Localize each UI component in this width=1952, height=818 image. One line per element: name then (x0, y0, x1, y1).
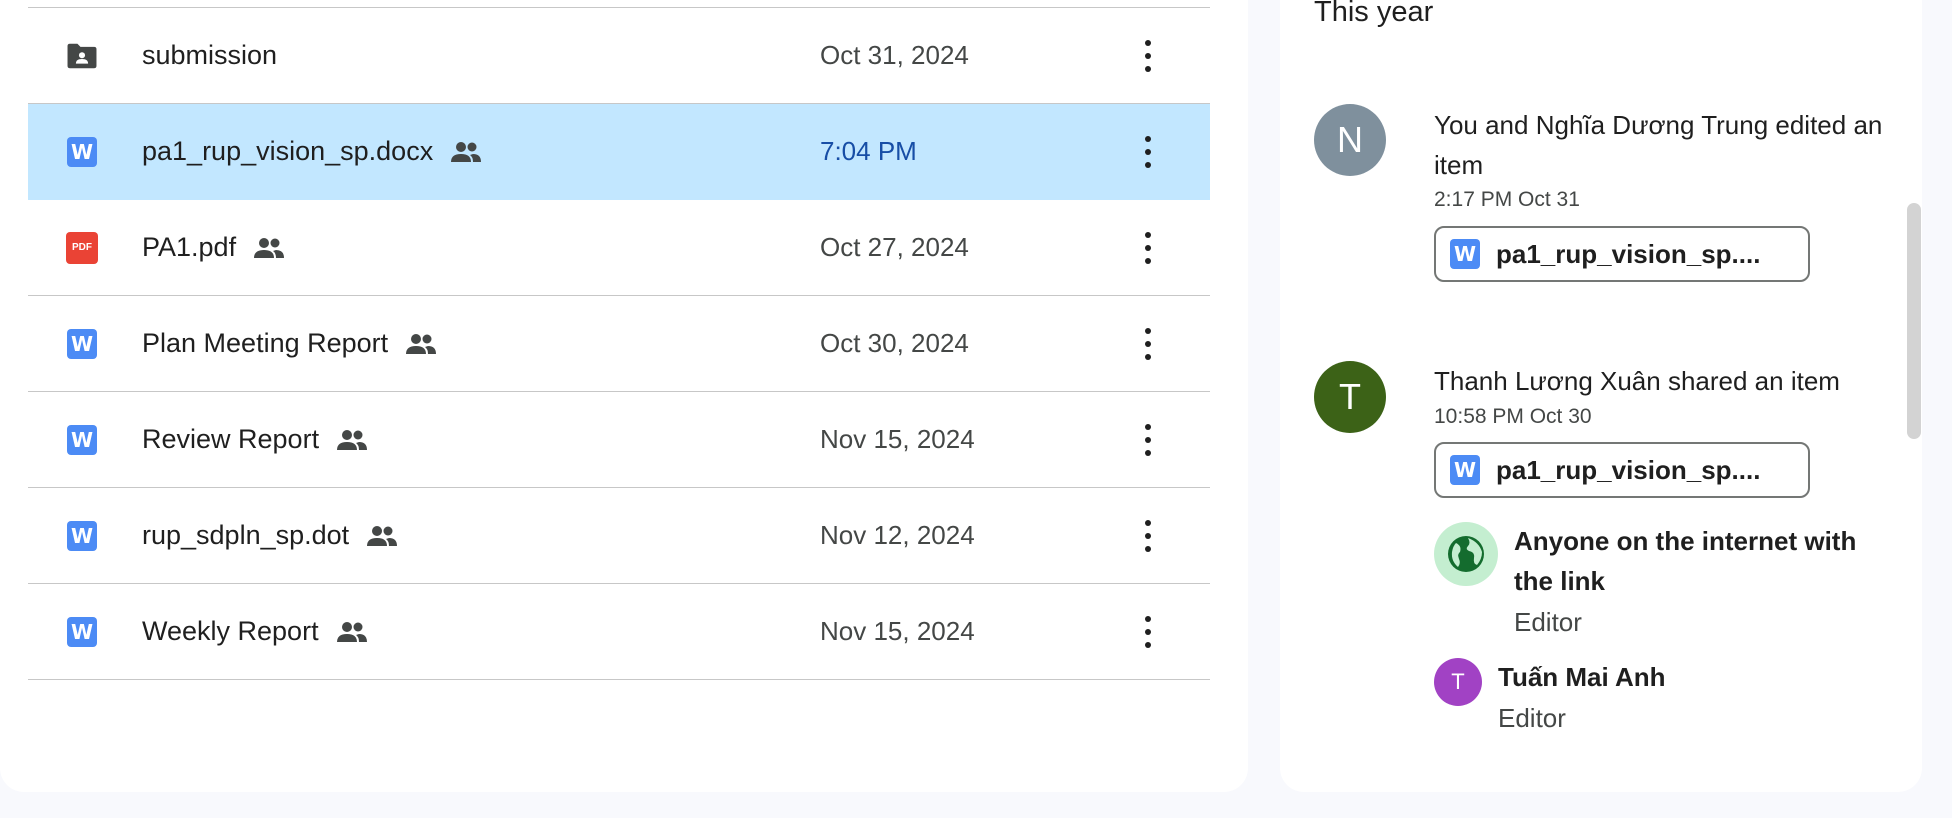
file-row[interactable]: W rup_sdpln_sp.dot Nov 12, 2024 (28, 488, 1210, 584)
file-row-selected[interactable]: W pa1_rup_vision_sp.docx 7:04 PM (28, 104, 1210, 200)
docx-icon: W (1450, 455, 1480, 485)
file-name[interactable]: submission (142, 40, 277, 71)
shared-people-icon (451, 141, 482, 162)
activity-timestamp: 2:17 PM Oct 31 (1434, 188, 1580, 211)
more-actions-icon[interactable] (1144, 135, 1152, 168)
file-name[interactable]: Plan Meeting Report (142, 328, 438, 359)
shared-people-icon (336, 621, 367, 642)
file-chip-label: pa1_rup_vision_sp.... (1496, 238, 1761, 269)
activity-description: Thanh Lương Xuân shared an item (1434, 366, 1840, 396)
file-chip[interactable]: W pa1_rup_vision_sp.... (1434, 226, 1810, 282)
file-row[interactable]: submission Oct 31, 2024 (28, 8, 1210, 104)
avatar: T (1434, 658, 1482, 706)
permission-name: Anyone on the internet with the link (1514, 526, 1857, 596)
file-row[interactable]: W Review Report Nov 15, 2024 (28, 392, 1210, 488)
shared-people-icon (254, 237, 285, 258)
file-row[interactable]: PDF PA1.pdf Oct 27, 2024 (28, 200, 1210, 296)
file-name[interactable]: Review Report (142, 424, 369, 455)
docx-icon: W (1450, 239, 1480, 269)
more-actions-icon[interactable] (1144, 39, 1152, 72)
docx-icon: W (66, 616, 98, 648)
file-chip[interactable]: W pa1_rup_vision_sp.... (1434, 442, 1810, 498)
file-modified-date: Nov 15, 2024 (820, 424, 975, 454)
more-actions-icon[interactable] (1144, 327, 1152, 360)
file-name[interactable]: pa1_rup_vision_sp.docx (142, 136, 483, 167)
file-chip-label: pa1_rup_vision_sp.... (1496, 454, 1761, 485)
more-actions-icon[interactable] (1144, 231, 1152, 264)
file-row[interactable]: W Weekly Report Nov 15, 2024 (28, 584, 1210, 680)
more-actions-icon[interactable] (1144, 615, 1152, 648)
avatar: T (1314, 361, 1386, 433)
activity-timestamp: 10:58 PM Oct 30 (1434, 405, 1592, 428)
activity-description: You and Nghĩa Dương Trung edited an item (1434, 110, 1883, 180)
docx-icon: W (66, 424, 98, 456)
file-modified-date: Oct 27, 2024 (820, 232, 969, 262)
file-modified-date: Nov 12, 2024 (820, 520, 975, 550)
file-modified-date: 7:04 PM (820, 136, 917, 166)
docx-icon: W (66, 520, 98, 552)
file-row[interactable]: W Plan Meeting Report Oct 30, 2024 (28, 296, 1210, 392)
shared-people-icon (367, 525, 398, 546)
shared-people-icon (337, 429, 368, 450)
file-list: submission Oct 31, 2024 W pa1_rup_vision… (28, 7, 1210, 680)
file-name[interactable]: Weekly Report (142, 616, 369, 647)
shared-folder-icon (66, 40, 98, 72)
activity-section-title: This year (1314, 0, 1434, 28)
docx-icon: W (66, 136, 98, 168)
permission-name: Tuấn Mai Anh (1498, 662, 1666, 692)
file-name[interactable]: PA1.pdf (142, 232, 286, 263)
pdf-icon: PDF (66, 231, 98, 264)
file-modified-date: Nov 15, 2024 (820, 616, 975, 646)
permission-role: Editor (1498, 703, 1566, 733)
shared-people-icon (406, 333, 437, 354)
avatar: N (1314, 104, 1386, 176)
activity-scrollbar[interactable] (1907, 203, 1921, 439)
file-modified-date: Oct 30, 2024 (820, 328, 969, 358)
file-name[interactable]: rup_sdpln_sp.dot (142, 520, 399, 551)
docx-icon: W (66, 328, 98, 360)
more-actions-icon[interactable] (1144, 519, 1152, 552)
more-actions-icon[interactable] (1144, 423, 1152, 456)
globe-icon (1434, 522, 1498, 586)
file-modified-date: Oct 31, 2024 (820, 40, 969, 70)
permission-role: Editor (1514, 607, 1582, 637)
